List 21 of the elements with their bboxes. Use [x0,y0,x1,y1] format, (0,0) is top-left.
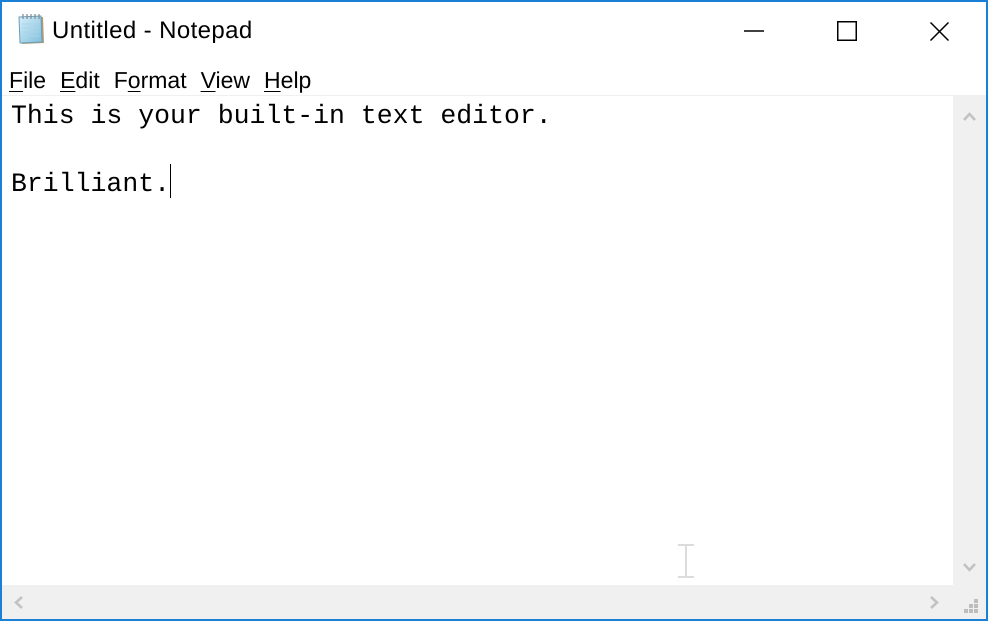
horizontal-scrollbar[interactable] [2,585,953,619]
maximize-icon [836,21,856,41]
vertical-scrollbar[interactable] [953,96,986,585]
chevron-right-icon[interactable] [929,596,939,608]
resize-grip-icon[interactable] [964,599,978,613]
text-line: Brilliant. [11,169,170,199]
chevron-up-icon[interactable] [963,112,976,122]
minimize-icon [744,30,764,32]
chevron-left-icon[interactable] [14,596,24,608]
menu-item[interactable]: File [2,66,54,94]
notepad-icon [16,13,46,45]
text-line: This is your built-in text editor. [11,101,552,131]
text-caret-icon [170,164,172,198]
menu-item[interactable]: Format [106,66,194,94]
menu-item[interactable]: Edit [53,66,107,94]
close-icon [930,22,949,40]
menu-item[interactable]: View [194,66,258,94]
chevron-down-icon[interactable] [963,562,976,572]
window-title: Untitled - Notepad [52,17,253,45]
i-beam-pointer-icon [676,544,696,578]
menu-item[interactable]: Help [257,66,318,94]
